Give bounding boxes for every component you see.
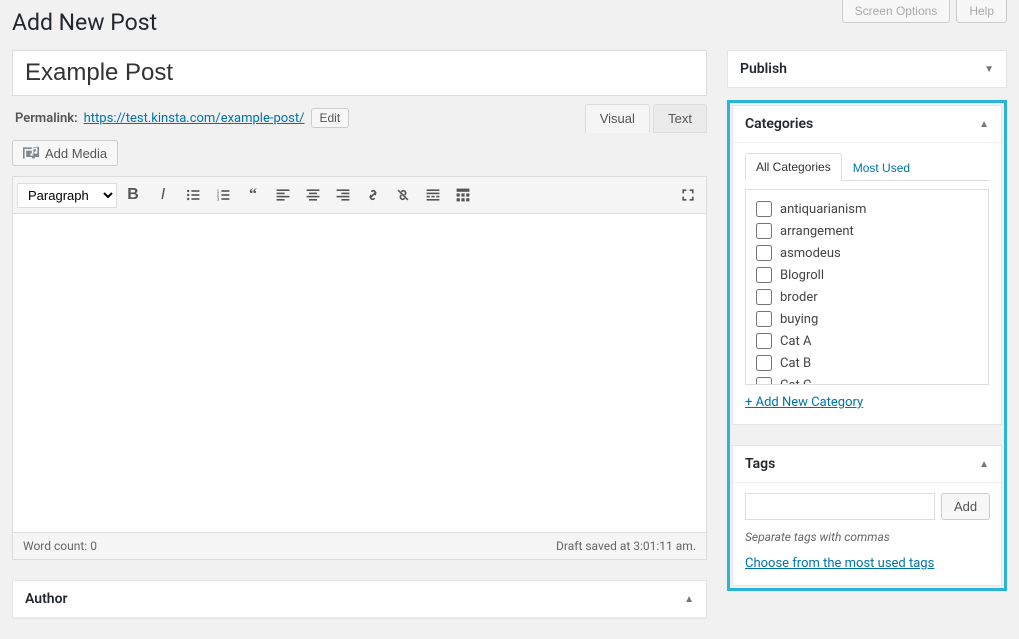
category-checkbox[interactable] [756, 245, 772, 261]
caret-down-icon: ▼ [984, 64, 994, 75]
category-item: broder [756, 286, 978, 308]
tab-most-used[interactable]: Most Used [842, 153, 921, 181]
insert-more-button[interactable] [419, 181, 447, 209]
category-checkbox[interactable] [756, 223, 772, 239]
category-item: buying [756, 308, 978, 330]
fullscreen-button[interactable] [674, 181, 702, 209]
category-checkbox[interactable] [756, 201, 772, 217]
category-item: Cat A [756, 330, 978, 352]
svg-text:3: 3 [217, 197, 220, 203]
tab-visual[interactable]: Visual [585, 104, 650, 133]
caret-up-icon: ▲ [684, 594, 694, 605]
category-label[interactable]: Cat B [780, 356, 811, 371]
category-checkbox[interactable] [756, 333, 772, 349]
tags-input[interactable] [745, 493, 935, 520]
italic-button[interactable]: I [149, 181, 177, 209]
publish-metabox: Publish ▼ [727, 50, 1007, 88]
caret-up-icon: ▲ [979, 459, 989, 470]
category-checkbox[interactable] [756, 355, 772, 371]
publish-header[interactable]: Publish ▼ [728, 51, 1006, 87]
category-label[interactable]: antiquarianism [780, 202, 866, 217]
bulleted-list-button[interactable] [179, 181, 207, 209]
format-select[interactable]: Paragraph [17, 183, 117, 208]
permalink-edit-button[interactable]: Edit [311, 108, 350, 128]
tags-add-button[interactable]: Add [941, 493, 990, 520]
align-left-button[interactable] [269, 181, 297, 209]
insert-link-button[interactable] [359, 181, 387, 209]
tags-hint: Separate tags with commas [745, 530, 989, 544]
remove-link-button[interactable] [389, 181, 417, 209]
category-item: Cat C [756, 374, 978, 385]
category-checkbox[interactable] [756, 311, 772, 327]
category-label[interactable]: Cat C [780, 378, 811, 386]
camera-music-icon [23, 145, 39, 161]
editor-content-area[interactable] [12, 213, 707, 533]
caret-up-icon: ▲ [979, 119, 989, 130]
category-item: Cat B [756, 352, 978, 374]
tab-all-categories[interactable]: All Categories [745, 153, 842, 181]
add-media-button[interactable]: Add Media [12, 140, 118, 166]
choose-most-used-tags-link[interactable]: Choose from the most used tags [745, 556, 989, 571]
categories-metabox: Categories ▲ All Categories Most Used an… [732, 105, 1002, 425]
permalink-url[interactable]: https://test.kinsta.com/example-post/ [84, 111, 305, 126]
category-item: asmodeus [756, 242, 978, 264]
category-item: antiquarianism [756, 198, 978, 220]
toolbar-toggle-button[interactable] [449, 181, 477, 209]
category-label[interactable]: arrangement [780, 224, 854, 239]
author-header[interactable]: Author ▲ [13, 581, 706, 618]
align-right-button[interactable] [329, 181, 357, 209]
category-checkbox[interactable] [756, 377, 772, 385]
category-label[interactable]: broder [780, 290, 818, 305]
category-list[interactable]: antiquarianism arrangement asmodeus Blogrol… [745, 189, 989, 385]
word-count: Word count: 0 [23, 539, 97, 553]
editor-tabs: Visual Text [585, 104, 707, 133]
tags-header[interactable]: Tags ▲ [733, 446, 1001, 483]
tags-metabox: Tags ▲ Add Separate tags with commas Cho… [732, 445, 1002, 586]
blockquote-button[interactable]: “ [239, 181, 267, 209]
numbered-list-button[interactable]: 123 [209, 181, 237, 209]
category-item: Blogroll [756, 264, 978, 286]
align-center-button[interactable] [299, 181, 327, 209]
editor-toolbar: Paragraph B I 123 “ [12, 176, 707, 213]
category-label[interactable]: buying [780, 312, 818, 327]
help-button[interactable]: Help [956, 0, 1007, 23]
category-label[interactable]: Cat A [780, 334, 812, 349]
draft-saved-status: Draft saved at 3:01:11 am. [556, 539, 696, 553]
post-title-input[interactable] [12, 50, 707, 96]
bold-button[interactable]: B [119, 181, 147, 209]
screen-options-button[interactable]: Screen Options [842, 0, 951, 23]
category-item: arrangement [756, 220, 978, 242]
category-label[interactable]: asmodeus [780, 246, 841, 261]
category-checkbox[interactable] [756, 267, 772, 283]
add-media-label: Add Media [45, 146, 107, 161]
permalink-label: Permalink: [15, 111, 78, 126]
categories-header[interactable]: Categories ▲ [733, 106, 1001, 143]
tab-text[interactable]: Text [653, 104, 707, 133]
author-metabox: Author ▲ [12, 580, 707, 619]
add-new-category-link[interactable]: + Add New Category [745, 395, 989, 410]
category-label[interactable]: Blogroll [780, 268, 824, 283]
category-checkbox[interactable] [756, 289, 772, 305]
